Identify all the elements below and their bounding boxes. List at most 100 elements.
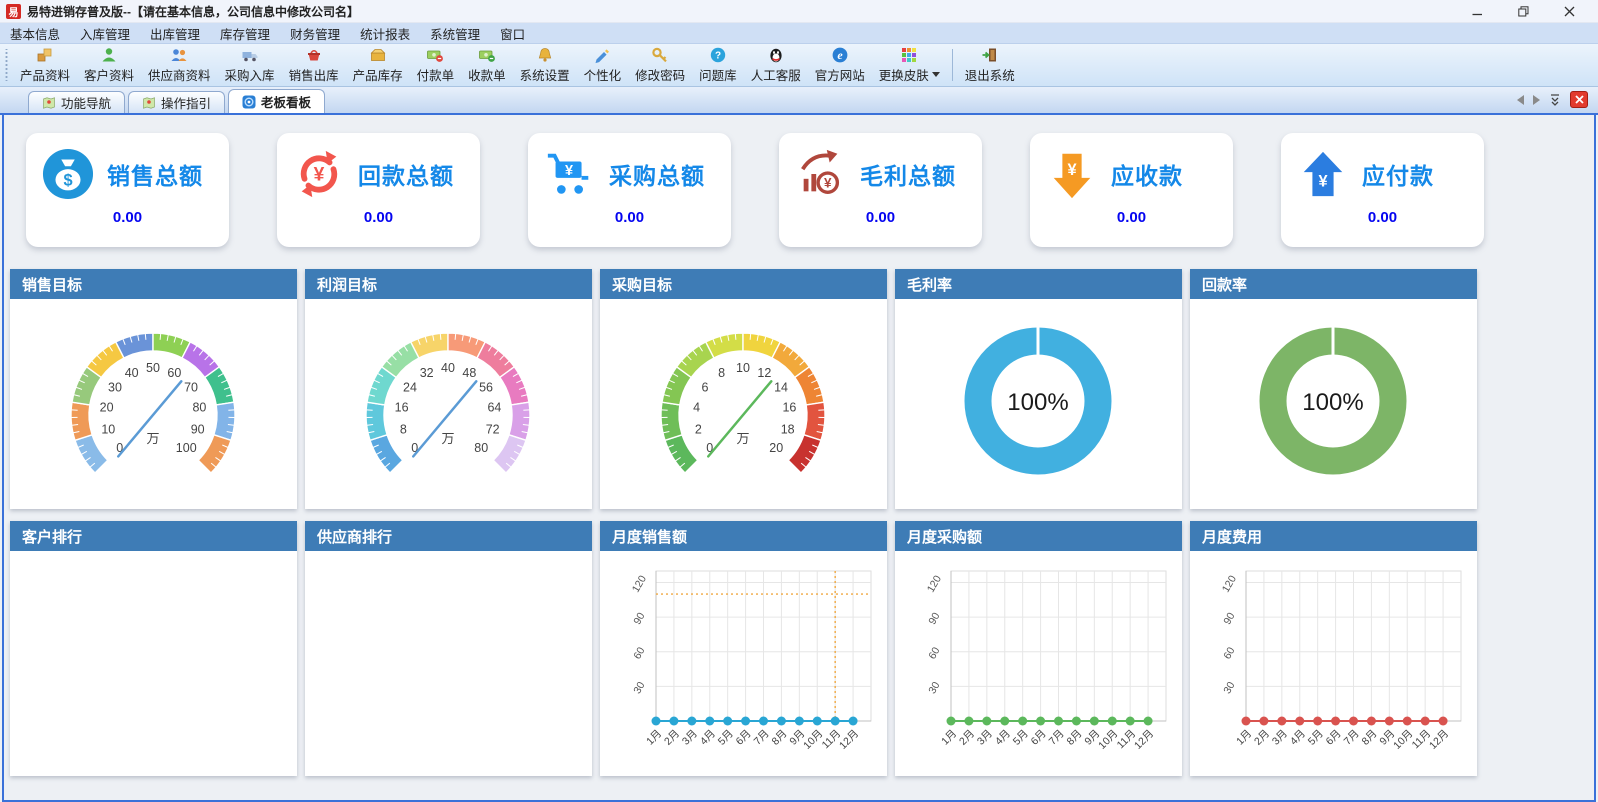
menu-system[interactable]: 系统管理: [420, 22, 490, 45]
tab-operation-guide[interactable]: 操作指引: [128, 91, 225, 113]
minimize-icon: [1472, 6, 1483, 17]
svg-text:90: 90: [631, 610, 647, 626]
toolbar-label: 销售出库: [289, 65, 339, 84]
supplier-data-button[interactable]: 供应商资料: [141, 45, 218, 85]
gross-margin-donut: 100%: [895, 299, 1182, 509]
scroll-tabs-right-icon[interactable]: [1533, 95, 1540, 105]
cart-yen-icon: ¥: [544, 148, 596, 200]
toolbar: 产品资料 客户资料 供应商资料 采购入库 销售出库 产品库存 付款单 收款单 系…: [0, 44, 1598, 87]
website-button[interactable]: e 官方网站: [808, 45, 872, 85]
monthly-sales-chart: 3060901201月2月3月4月5月6月7月8月9月10月11月12月: [600, 551, 887, 776]
product-data-button[interactable]: 产品资料: [13, 45, 77, 85]
map-icon: [42, 96, 56, 110]
svg-text:90: 90: [926, 610, 942, 626]
panel-monthly-purchase: 月度采购额 3060901201月2月3月4月5月6月7月8月9月10月11月1…: [895, 521, 1182, 776]
customer-data-icon: [100, 46, 118, 64]
payment-slip-button[interactable]: 付款单: [410, 45, 462, 85]
svg-text:70: 70: [184, 380, 198, 394]
tab-boss-dashboard[interactable]: 老板看板: [228, 89, 325, 113]
panel-title: 毛利率: [895, 269, 1182, 299]
svg-text:万: 万: [146, 431, 159, 446]
purchase-in-icon: [241, 46, 259, 64]
sales-out-button[interactable]: 销售出库: [282, 45, 346, 85]
menu-basic-info[interactable]: 基本信息: [0, 22, 70, 45]
tab-controls: [1517, 91, 1598, 113]
exit-button[interactable]: 退出系统: [958, 45, 1022, 85]
change-password-icon: [651, 46, 669, 64]
receipt-slip-button[interactable]: 收款单: [461, 45, 513, 85]
svg-text:2月: 2月: [1252, 728, 1272, 748]
svg-text:7月: 7月: [752, 728, 772, 748]
close-tab-button[interactable]: [1570, 91, 1588, 108]
panel-title: 采购目标: [600, 269, 887, 299]
purchase-in-button[interactable]: 采购入库: [218, 45, 282, 85]
toolbar-separator: [952, 49, 953, 81]
close-button[interactable]: [1546, 1, 1592, 22]
system-settings-button[interactable]: 系统设置: [513, 45, 577, 85]
svg-text:16: 16: [782, 401, 796, 415]
card-title: 毛利总额: [860, 157, 956, 191]
panel-sales-target: 销售目标 0102030405060708090100万: [10, 269, 297, 509]
svg-text:10: 10: [736, 361, 750, 375]
svg-text:4月: 4月: [698, 728, 718, 748]
chevron-down-icon[interactable]: [932, 72, 940, 77]
product-stock-button[interactable]: 产品库存: [346, 45, 410, 85]
svg-text:8: 8: [400, 423, 407, 437]
toolbar-label: 修改密码: [635, 65, 685, 84]
toolbar-drag-handle[interactable]: [4, 49, 9, 81]
card-value: 0.00: [277, 209, 480, 226]
card-value: 0.00: [528, 209, 731, 226]
product-data-icon: [36, 46, 54, 64]
menu-reports[interactable]: 统计报表: [350, 22, 420, 45]
collection-rate-donut: 100%: [1190, 299, 1477, 509]
customer-data-button[interactable]: 客户资料: [77, 45, 141, 85]
toolbar-label: 问题库: [699, 65, 737, 84]
restore-button[interactable]: [1500, 1, 1546, 22]
card-value: 0.00: [1030, 209, 1233, 226]
toolbar-label: 收款单: [468, 65, 506, 84]
svg-text:30: 30: [1221, 680, 1237, 696]
support-button[interactable]: 人工客服: [744, 45, 808, 85]
personalize-button[interactable]: 个性化: [577, 45, 629, 85]
toolbar-label: 付款单: [417, 65, 455, 84]
receivable-arrow-icon: ¥: [1046, 148, 1098, 200]
panel-title: 销售目标: [10, 269, 297, 299]
toolbar-label: 供应商资料: [148, 65, 211, 84]
card-payable: ¥ 应付款 0.00: [1281, 133, 1484, 247]
svg-text:14: 14: [774, 380, 788, 394]
tab-function-nav[interactable]: 功能导航: [28, 91, 125, 113]
minimize-button[interactable]: [1454, 1, 1500, 22]
svg-text:100%: 100%: [1007, 389, 1068, 416]
svg-text:4月: 4月: [1288, 728, 1308, 748]
receipt-slip-icon: [478, 46, 496, 64]
tab-bar: 功能导航 操作指引 老板看板: [0, 87, 1598, 115]
tab-list-icon[interactable]: [1549, 94, 1561, 106]
menu-inbound[interactable]: 入库管理: [70, 22, 140, 45]
svg-text:40: 40: [125, 366, 139, 380]
svg-text:20: 20: [100, 401, 114, 415]
svg-text:5月: 5月: [716, 728, 736, 748]
faq-button[interactable]: ? 问题库: [692, 45, 744, 85]
card-title: 回款总额: [358, 157, 454, 191]
svg-text:4月: 4月: [993, 728, 1013, 748]
change-password-button[interactable]: 修改密码: [628, 45, 692, 85]
refresh-yen-icon: ¥: [293, 148, 345, 200]
menu-window[interactable]: 窗口: [490, 22, 535, 45]
toolbar-label: 个性化: [584, 65, 622, 84]
toolbar-label: 产品库存: [353, 65, 403, 84]
svg-text:90: 90: [1221, 610, 1237, 626]
svg-text:120: 120: [630, 573, 649, 594]
menu-inventory[interactable]: 库存管理: [210, 22, 280, 45]
svg-text:8: 8: [718, 366, 725, 380]
scroll-tabs-left-icon[interactable]: [1517, 95, 1524, 105]
panel-row-1: 销售目标 0102030405060708090100万 利润目标 081624…: [4, 269, 1594, 509]
support-icon: [767, 46, 785, 64]
change-skin-icon: [900, 46, 918, 64]
panel-title: 月度采购额: [895, 521, 1182, 551]
panel-gross-margin-rate: 毛利率 100%: [895, 269, 1182, 509]
change-skin-button[interactable]: 更换皮肤: [872, 45, 947, 85]
card-title: 采购总额: [609, 157, 705, 191]
menu-outbound[interactable]: 出库管理: [140, 22, 210, 45]
panel-title: 月度费用: [1190, 521, 1477, 551]
menu-finance[interactable]: 财务管理: [280, 22, 350, 45]
